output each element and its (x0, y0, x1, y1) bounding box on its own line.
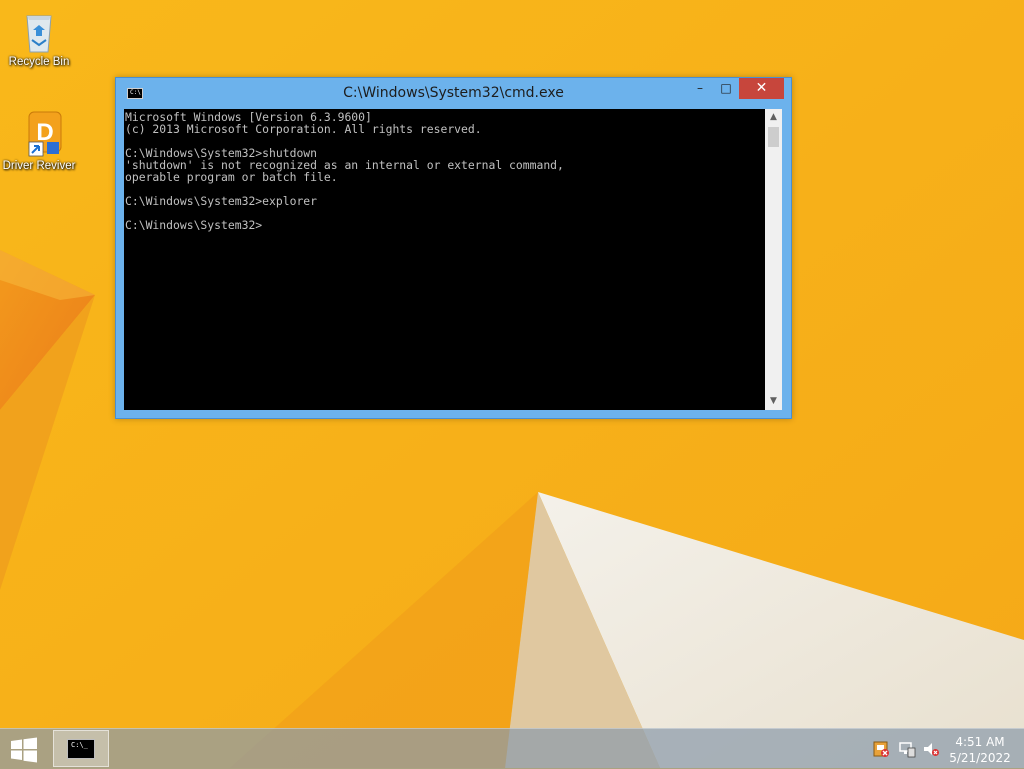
windows-logo-icon (11, 737, 37, 763)
console-line: (c) 2013 Microsoft Corporation. All righ… (125, 122, 482, 136)
scrollbar-thumb[interactable] (768, 127, 779, 147)
command-prompt-window[interactable]: C:\ C:\Windows\System32\cmd.exe – □ ✕ Mi… (115, 77, 792, 419)
recycle-bin-icon (15, 6, 63, 54)
clock-time: 4:51 AM (955, 735, 1005, 749)
driver-reviver-icon: D (15, 110, 63, 158)
console-text: Microsoft Windows [Version 6.3.9600] (c) … (124, 109, 765, 231)
title-bar[interactable]: C:\ C:\Windows\System32\cmd.exe – □ ✕ (116, 78, 791, 108)
network-icon[interactable] (898, 740, 916, 758)
action-center-flag-icon[interactable] (872, 740, 890, 758)
maximize-button[interactable]: □ (713, 78, 739, 99)
console-line: C:\Windows\System32>explorer (125, 194, 318, 208)
taskbar-thumb-text: C:\_ (71, 741, 88, 749)
desktop-icon-driver-reviver[interactable]: D Driver Reviver (0, 110, 78, 172)
console-line: C:\Windows\System32> (125, 218, 263, 232)
close-button[interactable]: ✕ (739, 78, 784, 99)
taskbar: C:\_ 4:51 AM 5/21/2022 (0, 728, 1024, 769)
console-output[interactable]: Microsoft Windows [Version 6.3.9600] (c) … (124, 109, 765, 410)
desktop-icon-label: Driver Reviver (2, 160, 76, 172)
command-prompt-icon: C:\_ (67, 739, 95, 759)
desktop-icon-recycle-bin[interactable]: Recycle Bin (0, 6, 78, 68)
minimize-button[interactable]: – (687, 78, 713, 99)
console-line: operable program or batch file. (125, 170, 338, 184)
desktop-icon-label: Recycle Bin (8, 56, 70, 68)
start-button[interactable] (9, 737, 39, 763)
clock-date: 5/21/2022 (949, 751, 1011, 765)
scroll-down-arrow-icon[interactable]: ▼ (765, 393, 782, 410)
system-clock[interactable]: 4:51 AM 5/21/2022 (944, 734, 1016, 766)
vertical-scrollbar[interactable]: ▲ ▼ (765, 109, 782, 410)
scroll-up-arrow-icon[interactable]: ▲ (765, 109, 782, 126)
taskbar-item-command-prompt[interactable]: C:\_ (53, 730, 109, 767)
volume-muted-icon[interactable] (922, 740, 940, 758)
